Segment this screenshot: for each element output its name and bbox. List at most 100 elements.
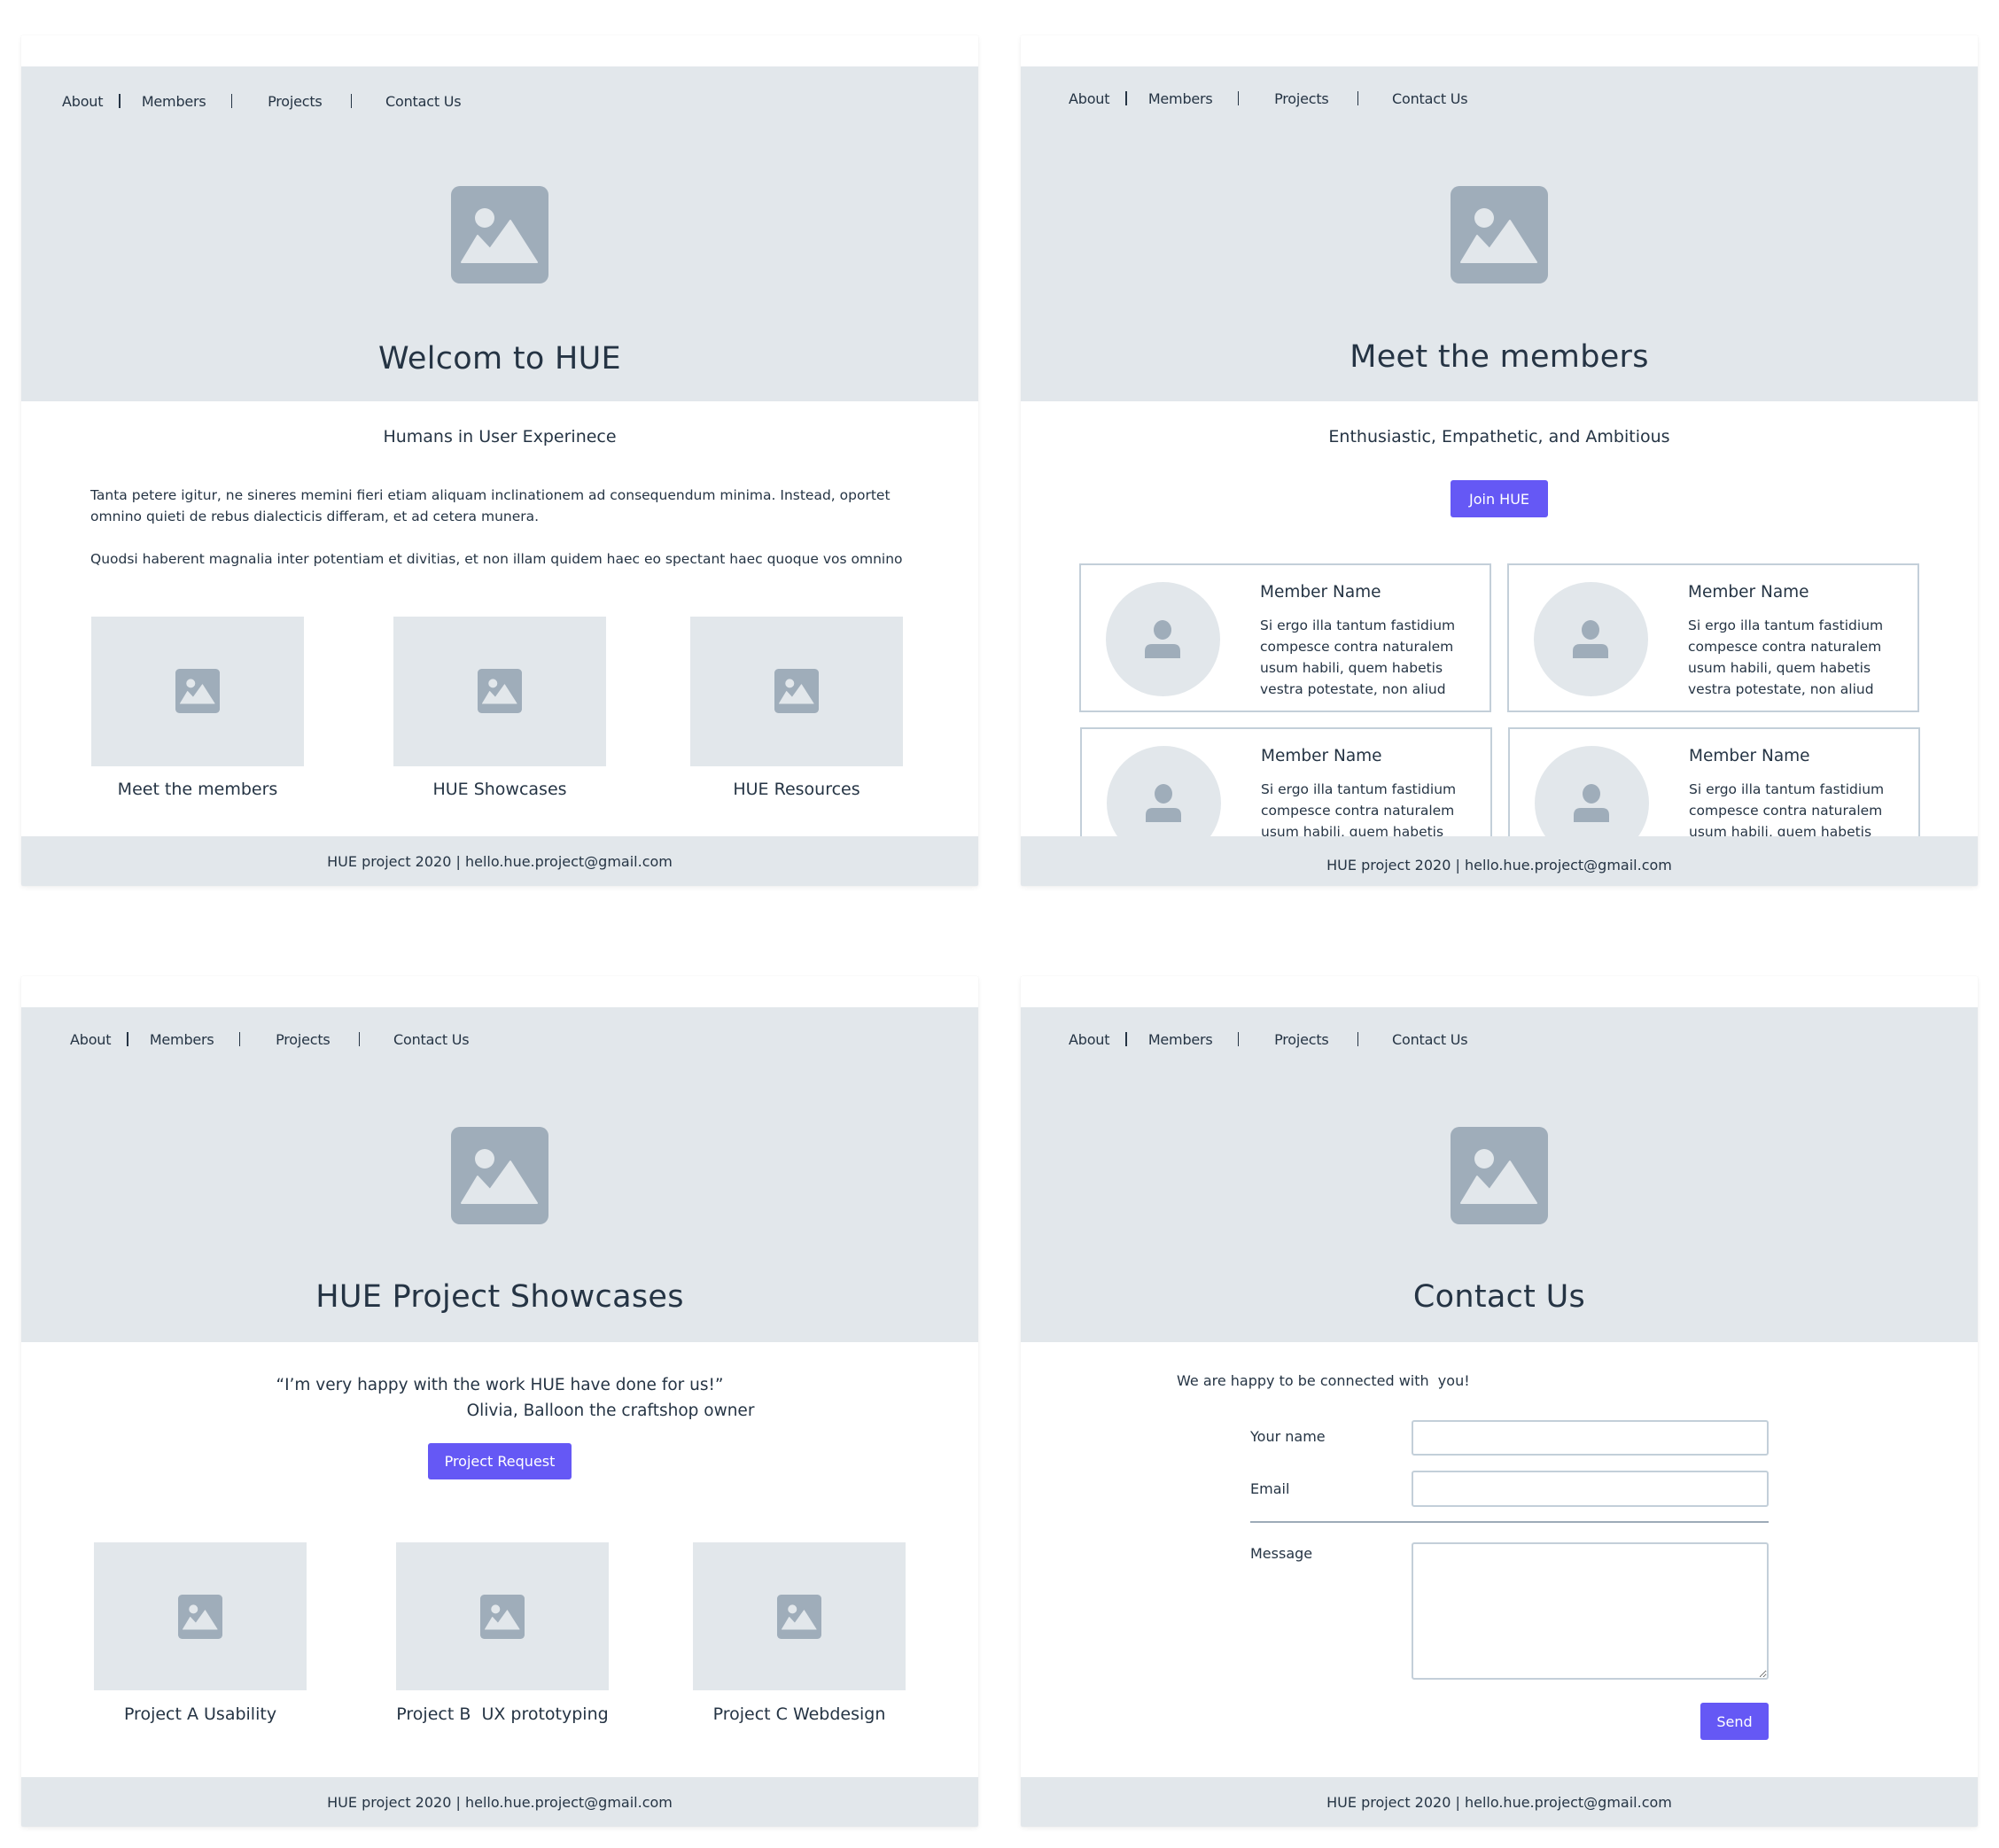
image-placeholder-icon xyxy=(1451,186,1548,283)
image-placeholder-icon xyxy=(478,669,522,713)
tile-image xyxy=(91,617,304,766)
nav-about[interactable]: About xyxy=(70,1031,112,1048)
member-card[interactable]: Member Name Si ergo illa tantum fastidiu… xyxy=(1079,563,1491,712)
page-title: Welcom to HUE xyxy=(378,341,621,377)
tile-caption: Meet the members xyxy=(117,780,278,799)
tile-image xyxy=(690,617,903,766)
nav-projects[interactable]: Projects xyxy=(1274,90,1329,107)
image-placeholder-icon xyxy=(774,669,819,713)
nav-about[interactable]: About xyxy=(62,93,104,110)
project-request-button[interactable]: Project Request xyxy=(428,1443,572,1479)
intro-text: Tanta petere igitur, ne sineres memini f… xyxy=(90,485,923,570)
top-nav: About Members Projects Contact Us xyxy=(1069,1029,1468,1050)
send-button[interactable]: Send xyxy=(1700,1703,1769,1740)
image-placeholder-icon xyxy=(777,1595,821,1639)
hero-banner: About Members Projects Contact Us HUE Pr… xyxy=(21,1007,978,1342)
page-title: Contact Us xyxy=(1412,1279,1586,1315)
page-footer: HUE project 2020 | hello.hue.project@gma… xyxy=(1021,836,1978,886)
nav-members[interactable]: Members xyxy=(150,1031,214,1048)
nav-projects[interactable]: Projects xyxy=(268,93,323,110)
nav-members[interactable]: Members xyxy=(142,93,206,110)
nav-divider xyxy=(358,1032,361,1046)
testimonial-author: Olivia, Balloon the craftshop owner xyxy=(466,1402,755,1420)
image-placeholder-icon xyxy=(451,1127,548,1224)
members-page-panel: About Members Projects Contact Us Meet t… xyxy=(1021,35,1978,886)
nav-contact-us[interactable]: Contact Us xyxy=(385,93,462,110)
nav-projects[interactable]: Projects xyxy=(276,1031,331,1048)
page-subtitle: Enthusiastic, Empathetic, and Ambitious xyxy=(1328,427,1670,446)
user-icon xyxy=(1145,783,1182,822)
nav-divider xyxy=(1357,91,1359,105)
nav-projects[interactable]: Projects xyxy=(1274,1031,1329,1048)
tile-project-a[interactable]: Project A Usability xyxy=(94,1542,307,1724)
join-hue-button[interactable]: Join HUE xyxy=(1451,480,1548,517)
nav-about[interactable]: About xyxy=(1069,1031,1110,1048)
tile-image xyxy=(94,1542,307,1690)
tile-caption: Project C Webdesign xyxy=(712,1704,886,1724)
testimonial-quote: “I’m very happy with the work HUE have d… xyxy=(276,1376,724,1394)
nav-contact-us[interactable]: Contact Us xyxy=(1392,1031,1468,1048)
avatar xyxy=(1106,582,1220,696)
nav-divider xyxy=(1357,1032,1359,1046)
page-footer: HUE project 2020 | hello.hue.project@gma… xyxy=(1021,1777,1978,1827)
message-field[interactable] xyxy=(1412,1542,1769,1680)
member-name: Member Name xyxy=(1261,747,1382,765)
intro-paragraph: Tanta petere igitur, ne sineres memini f… xyxy=(90,487,891,524)
hero-banner: About Members Projects Contact Us Meet t… xyxy=(1021,66,1978,401)
tile-caption: HUE Showcases xyxy=(432,780,567,799)
user-icon xyxy=(1144,619,1181,658)
image-placeholder-icon xyxy=(480,1595,525,1639)
member-bio: Si ergo illa tantum fastidium compesce c… xyxy=(1260,617,1456,697)
tile-image xyxy=(396,1542,609,1690)
home-page-panel: About Members Projects Contact Us Welcom… xyxy=(21,35,978,886)
tile-hue-resources[interactable]: HUE Resources xyxy=(690,617,903,799)
email-label: Email xyxy=(1250,1480,1290,1497)
contact-intro-text: We are happy to be connected with you! xyxy=(1177,1372,1470,1389)
page-title: HUE Project Showcases xyxy=(315,1279,684,1315)
tile-project-c[interactable]: Project C Webdesign xyxy=(693,1542,906,1724)
message-label: Message xyxy=(1250,1545,1313,1562)
nav-divider xyxy=(350,94,353,108)
email-field[interactable] xyxy=(1412,1471,1769,1507)
image-placeholder-icon xyxy=(451,186,548,283)
top-nav: About Members Projects Contact Us xyxy=(70,1029,470,1050)
user-icon xyxy=(1573,783,1610,822)
nav-members[interactable]: Members xyxy=(1148,1031,1213,1048)
intro-paragraph: Quodsi haberent magnalia inter potentiam… xyxy=(90,551,903,567)
hero-banner: About Members Projects Contact Us Contac… xyxy=(1021,1007,1978,1342)
nav-divider xyxy=(238,1032,241,1046)
image-placeholder-icon xyxy=(1451,1127,1548,1224)
member-name: Member Name xyxy=(1260,583,1381,602)
page-title: Meet the members xyxy=(1350,339,1649,375)
tile-meet-the-members[interactable]: Meet the members xyxy=(91,617,304,799)
showcases-page-panel: About Members Projects Contact Us HUE Pr… xyxy=(21,976,978,1827)
name-field[interactable] xyxy=(1412,1420,1769,1456)
nav-divider xyxy=(1237,91,1240,105)
nav-members[interactable]: Members xyxy=(1148,90,1213,107)
member-card[interactable]: Member Name Si ergo illa tantum fastidiu… xyxy=(1507,563,1919,712)
avatar xyxy=(1534,582,1648,696)
tile-caption: HUE Resources xyxy=(733,780,860,799)
user-icon xyxy=(1572,619,1609,658)
nav-divider xyxy=(230,94,233,108)
nav-about[interactable]: About xyxy=(1069,90,1110,107)
top-nav: About Members Projects Contact Us xyxy=(62,90,462,112)
contact-page-panel: About Members Projects Contact Us Contac… xyxy=(1021,976,1978,1827)
page-subtitle: Humans in User Experinece xyxy=(383,427,617,446)
form-divider xyxy=(1250,1521,1769,1523)
nav-divider xyxy=(1125,91,1127,105)
nav-contact-us[interactable]: Contact Us xyxy=(1392,90,1468,107)
nav-divider xyxy=(1125,1032,1127,1046)
member-bio: Si ergo illa tantum fastidium compesce c… xyxy=(1688,617,1884,697)
tile-caption: Project B UX prototyping xyxy=(396,1704,609,1724)
image-placeholder-icon xyxy=(175,669,220,713)
tile-hue-showcases[interactable]: HUE Showcases xyxy=(393,617,606,799)
hero-banner: About Members Projects Contact Us Welcom… xyxy=(21,66,978,401)
tile-project-b[interactable]: Project B UX prototyping xyxy=(396,1542,609,1724)
name-label: Your name xyxy=(1250,1428,1326,1445)
member-name: Member Name xyxy=(1689,747,1810,765)
nav-contact-us[interactable]: Contact Us xyxy=(393,1031,470,1048)
tile-image xyxy=(393,617,606,766)
member-name: Member Name xyxy=(1688,583,1809,602)
top-nav: About Members Projects Contact Us xyxy=(1069,88,1468,109)
